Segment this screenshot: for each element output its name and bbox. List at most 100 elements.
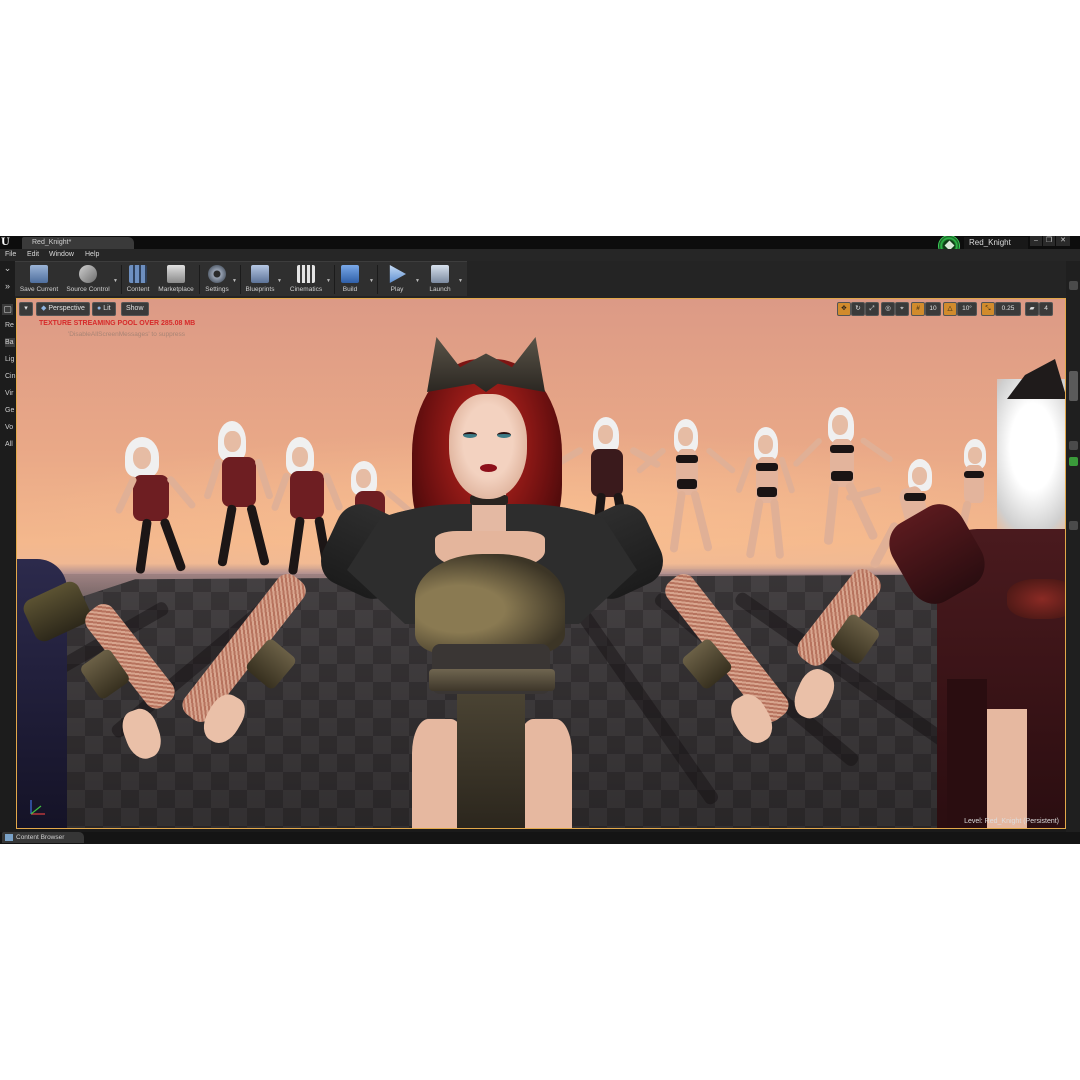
- build-dropdown[interactable]: ▼: [369, 278, 375, 284]
- foreground-character-right[interactable]: [788, 359, 1065, 828]
- cinematics-label: Cinematics: [289, 286, 323, 293]
- grid-snap-icon[interactable]: #: [911, 302, 925, 316]
- surface-snap-icon[interactable]: ⌖: [895, 302, 909, 316]
- toolbar-separator: [334, 265, 335, 294]
- add-icon[interactable]: [1069, 457, 1078, 466]
- maximize-button[interactable]: ❐: [1043, 236, 1055, 246]
- texture-streaming-warning: TEXTURE STREAMING POOL OVER 285.08 MB: [39, 320, 196, 327]
- background-character-base[interactable]: [635, 419, 737, 569]
- save-current-button[interactable]: Save Current: [17, 262, 61, 297]
- settings-button[interactable]: Settings: [201, 262, 233, 297]
- build-button[interactable]: Build: [336, 262, 364, 297]
- cinematics-icon: [297, 265, 315, 283]
- menu-file[interactable]: File: [5, 250, 16, 260]
- scrollbar-thumb[interactable]: [1069, 371, 1078, 401]
- show-flags-button[interactable]: Show: [121, 302, 149, 316]
- scale-snap-icon[interactable]: ⤡: [981, 302, 995, 316]
- play-icon: [389, 265, 406, 283]
- category-visual[interactable]: Vir: [5, 389, 13, 398]
- build-icon: [341, 265, 359, 283]
- cinematics-button[interactable]: Cinematics: [285, 262, 327, 297]
- marketplace-button[interactable]: Marketplace: [155, 262, 197, 297]
- content-icon: [129, 265, 147, 283]
- grid-snap-value[interactable]: 10: [925, 302, 941, 316]
- blueprints-label: Blueprints: [245, 286, 275, 293]
- launch-label: Launch: [429, 286, 451, 293]
- foreground-character-left[interactable]: [17, 559, 187, 828]
- category-recent[interactable]: Re: [5, 321, 14, 330]
- lighting-mode-button[interactable]: ● Lit: [92, 302, 116, 316]
- cinematics-dropdown[interactable]: ▼: [326, 278, 332, 284]
- rotation-snap-value[interactable]: 10°: [957, 302, 977, 316]
- view-mode-label: Perspective: [48, 305, 85, 312]
- hero-skirt-panel: [457, 694, 525, 828]
- main-toolbar: Save Current Source Control ▼ Content Ma…: [15, 261, 467, 296]
- modes-chevron-icon[interactable]: ⌄: [2, 263, 13, 274]
- launch-dropdown[interactable]: ▼: [458, 278, 464, 284]
- build-label: Build: [342, 286, 358, 293]
- marketplace-label: Marketplace: [158, 286, 194, 293]
- content-browser-icon: [5, 834, 13, 841]
- camera-speed-value[interactable]: 4: [1039, 302, 1053, 316]
- content-browser-label: Content Browser: [16, 834, 65, 841]
- menu-window[interactable]: Window: [49, 250, 74, 260]
- level-viewport[interactable]: ▾ ◆ Perspective ● Lit Show TEXTURE STREA…: [16, 298, 1066, 829]
- play-dropdown[interactable]: ▼: [415, 278, 421, 284]
- category-lights[interactable]: Lig: [5, 355, 14, 364]
- translate-tool-icon[interactable]: ✥: [837, 302, 851, 316]
- world-local-icon[interactable]: ◎: [881, 302, 895, 316]
- category-cinematic[interactable]: Cin: [5, 372, 16, 381]
- viewport-options-dropdown[interactable]: ▾: [19, 302, 33, 316]
- rotation-snap-icon[interactable]: △: [943, 302, 957, 316]
- background-character-armored[interactable]: [203, 421, 282, 581]
- marketplace-icon: [167, 265, 185, 283]
- blueprints-icon: [251, 265, 269, 283]
- category-basic[interactable]: Ba: [5, 338, 15, 347]
- document-tab[interactable]: Red_Knight*: [22, 237, 134, 249]
- background-character-base[interactable]: [792, 407, 894, 557]
- expand-arrows-icon[interactable]: »: [2, 281, 13, 292]
- rotate-tool-icon[interactable]: ↻: [851, 302, 865, 316]
- hero-lips: [480, 464, 497, 472]
- unreal-editor-window: U Red_Knight* Red_Knight – ❐ ✕ File Edit…: [0, 236, 1080, 844]
- toolbar-separator: [240, 265, 241, 294]
- axis-gizmo-icon: [30, 800, 45, 815]
- bottom-tab-bar: [0, 832, 1080, 844]
- camera-speed-icon[interactable]: ▰: [1025, 302, 1039, 316]
- scale-snap-value[interactable]: 0.25: [995, 302, 1021, 316]
- panel-icon[interactable]: [1069, 281, 1078, 290]
- launch-button[interactable]: Launch: [423, 262, 457, 297]
- settings-label: Settings: [205, 286, 229, 293]
- scale-tool-icon[interactable]: ⤢: [865, 302, 879, 316]
- panel-icon[interactable]: [1069, 521, 1078, 530]
- toolbar-separator: [377, 265, 378, 294]
- category-volumes[interactable]: Vo: [5, 423, 13, 432]
- content-button[interactable]: Content: [123, 262, 153, 297]
- hero-crown: [427, 337, 545, 392]
- view-mode-perspective-button[interactable]: ◆ Perspective: [36, 302, 90, 316]
- category-geometry[interactable]: Ge: [5, 406, 14, 415]
- source-control-label: Source Control: [66, 286, 110, 293]
- menu-edit[interactable]: Edit: [27, 250, 39, 260]
- menu-help[interactable]: Help: [85, 250, 99, 260]
- menu-bar: File Edit Window Help: [0, 249, 1080, 261]
- blueprints-button[interactable]: Blueprints: [242, 262, 278, 297]
- blueprints-dropdown[interactable]: ▼: [277, 278, 283, 284]
- play-label: Play: [390, 286, 404, 293]
- source-control-button[interactable]: Source Control: [63, 262, 113, 297]
- search-icon[interactable]: [1069, 441, 1078, 450]
- settings-dropdown[interactable]: ▼: [232, 278, 238, 284]
- background-character-base[interactable]: [732, 427, 802, 577]
- source-control-icon: [79, 265, 97, 283]
- close-button[interactable]: ✕: [1056, 236, 1070, 246]
- category-all[interactable]: All: [5, 440, 13, 449]
- content-browser-tab[interactable]: Content Browser: [2, 832, 84, 843]
- lit-label: Lit: [103, 305, 111, 312]
- place-mode-icon[interactable]: ▢: [2, 304, 13, 315]
- save-current-label: Save Current: [19, 286, 59, 293]
- content-label: Content: [126, 286, 150, 293]
- minimize-button[interactable]: –: [1030, 236, 1042, 246]
- hero-eye-left: [463, 432, 477, 438]
- source-control-dropdown[interactable]: ▼: [113, 278, 119, 284]
- play-button[interactable]: Play: [379, 262, 415, 297]
